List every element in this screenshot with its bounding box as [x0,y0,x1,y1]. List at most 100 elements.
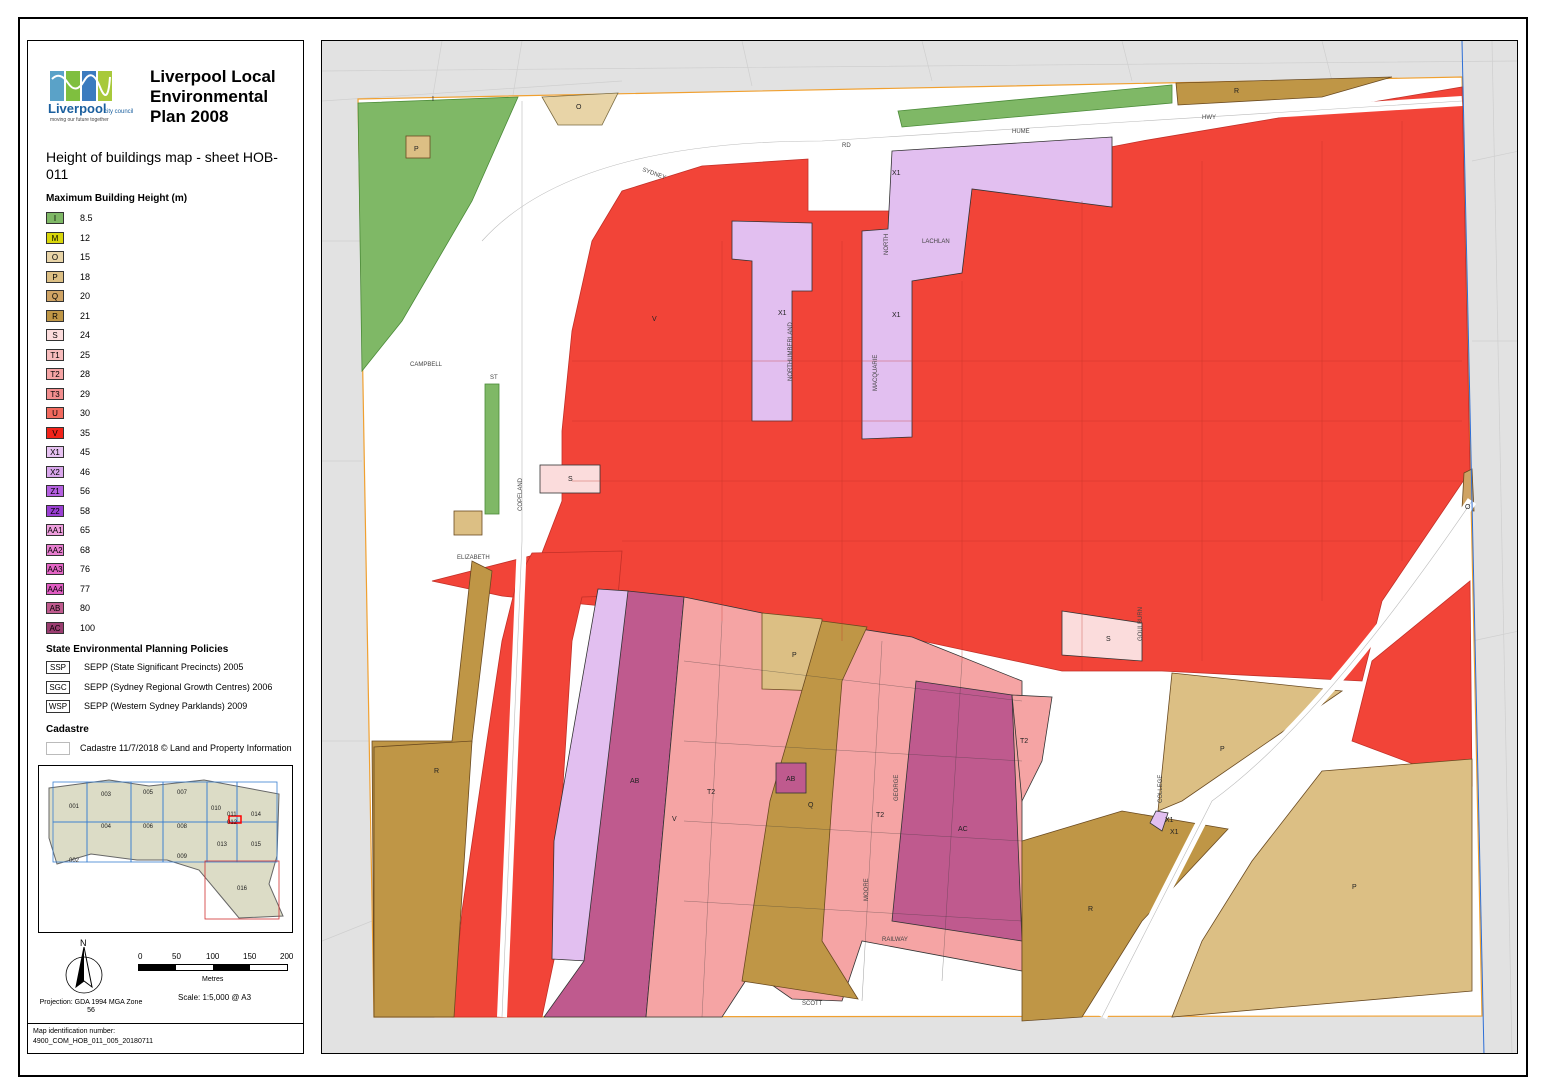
sepp-label: SEPP (Sydney Regional Growth Centres) 20… [84,681,273,692]
legend-swatch: X1 [46,446,64,458]
legend-value: 30 [80,408,91,418]
map-title: Liverpool Local Environmental Plan 2008 [150,67,276,126]
zone-label: AB [630,778,640,785]
legend-value: 18 [80,271,91,282]
legend-value: 29 [80,388,91,399]
legend-swatch: Q [46,290,64,302]
logo-tagline: moving our future together [50,117,109,123]
legend-row: U 30 [46,407,296,420]
map-identification: Map identification number: 4900_COM_HOB_… [28,1023,304,1054]
legend-row: P 18 [46,270,296,284]
legend-row: R 21 [46,309,296,323]
zone-label: I [432,96,434,103]
inset-sheet-label: 008 [177,824,188,830]
street-label: RAILWAY [882,937,908,943]
legend-row: O 15 [46,251,296,264]
legend-swatch: P [46,270,64,283]
legend-row: T2 28 [46,368,296,381]
sepp-label: SEPP (State Significant Precincts) 2005 [84,662,244,672]
legend-value: 8.5 [80,213,93,223]
map-panel[interactable]: I O R P X1 X1 X1 X1 S S P V V T2 T2 T2 AB AB AC P P R R Q O X1 SY… [321,40,1518,1054]
street-label: COPELAND [518,477,524,511]
map-canvas[interactable]: IORPX1X1X1X1SSPVVT2T2T2AB ABACPPRRQOX1 SY… [322,41,1518,1054]
council-logo: Liverpool city council moving our future… [48,69,138,127]
inset-sheet-label: 016 [237,886,248,892]
legend-swatch: S [46,329,64,341]
scale-tick: 50 [172,952,181,961]
legend-value: 76 [80,564,91,574]
street-label: RD [842,143,851,149]
map-id-label: Map identification number: [33,1028,116,1035]
legend-value: 35 [80,427,91,438]
legend-swatch: X2 [46,465,64,478]
legend-swatch: AC [46,621,64,634]
legend-value: 46 [80,466,91,477]
inset-sheet-label: 010 [211,806,222,812]
sepp-code: WSP [46,700,70,713]
legend-swatch: V [46,426,64,439]
street-label: COLLEGE [1158,775,1164,803]
legend-row: I 8.5 [46,212,296,225]
legend-swatch: R [46,309,64,322]
zone-label: R [1088,906,1093,913]
zone-label: R [434,768,439,775]
legend-swatch: Z2 [46,504,64,517]
street-label: GOULBURN [1138,607,1144,641]
projection-text: Projection: GDA 1994 MGA Zone 56 [39,999,143,1014]
legend-row: AA4 77 [46,582,296,596]
legend-value: 68 [80,544,91,555]
zone-i-strip[interactable] [484,383,500,515]
legend-row: M 12 [46,231,296,245]
street-label: ST [490,375,498,381]
zone-label: Q [808,802,814,809]
legend-value: 28 [80,369,91,379]
north-arrow-icon [65,947,103,994]
cadastre-heading: Cadastre [46,724,89,735]
legend-value: 100 [80,622,96,633]
legend-value: 21 [80,310,91,321]
legend-row: Z2 58 [46,504,296,518]
legend-value: 20 [80,291,91,301]
scale-unit: Metres [202,976,224,983]
legend-swatch: Z1 [46,485,64,497]
zone-label: V [672,816,677,823]
logo-suffix: city council [104,109,133,115]
zone-label: V [652,316,657,323]
map-subtitle: Height of buildings map - sheet HOB-011 [46,149,278,182]
legend-row: X1 45 [46,446,296,459]
legend-value: 25 [80,349,91,360]
zone-label: X1 [1170,829,1179,836]
inset-sheet-label: 001 [69,804,80,810]
legend-value: 58 [80,505,91,516]
zone-label: S [568,476,573,483]
street-label: MACQUARIE [873,355,879,391]
zone-label: X1 [1165,817,1174,824]
zone-label: P [792,652,797,659]
street-label: CAMPBELL [410,362,443,368]
legend-swatch: U [46,407,64,419]
legend-swatch: T1 [46,348,64,361]
street-label: HWY [1202,115,1216,121]
inset-sheet-label: 005 [143,790,154,796]
legend-row: AA3 76 [46,563,296,576]
legend-swatch: O [46,251,64,263]
cadastre-label: Cadastre 11/7/2018 © Land and Property I… [80,743,292,753]
map-id-value: 4900_COM_HOB_011_005_20180711 [33,1038,154,1045]
inset-sheet-label: 009 [177,854,188,860]
zone-label: P [1352,884,1357,891]
scale-tick: 150 [243,952,257,961]
legend-value: 45 [80,447,91,457]
street-label: LACHLAN [922,239,950,245]
zone-p-copeland[interactable] [453,510,483,536]
legend-value: 80 [80,603,91,613]
scale-tick: 0 [138,952,143,961]
sepp-row: SSP SEPP (State Significant Precincts) 20… [46,661,301,675]
legend-row: AB 80 [46,602,296,615]
zone-label: T2 [876,812,884,819]
inset-sheet-label: 012 [227,820,238,826]
inset-sheet-label: 006 [143,824,154,830]
sepp-code: SGC [46,680,70,694]
legend-value: 65 [80,525,91,535]
inset-sheet-label: 007 [177,790,188,796]
legend-value: 15 [80,252,91,262]
